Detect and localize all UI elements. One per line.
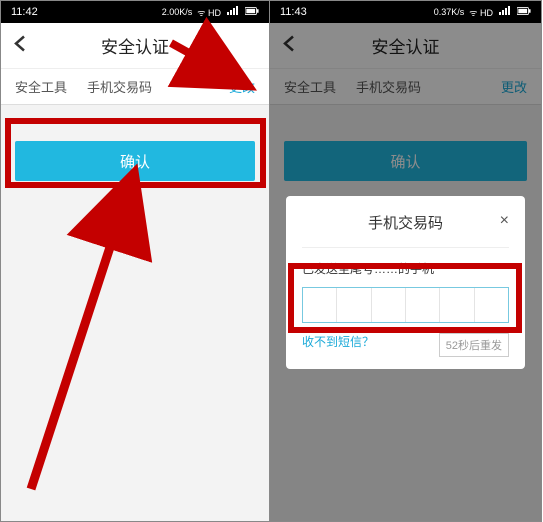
status-time: 11:42	[11, 6, 38, 18]
sms-code-modal: 手机交易码 × 已发送至尾号……的手机 收不到短信？ 52秒后重发	[286, 196, 525, 369]
section-label: 安全工具	[15, 77, 87, 96]
security-tool-row: 安全工具 手机交易码 更改	[1, 69, 269, 105]
modal-header: 手机交易码 ×	[302, 212, 509, 248]
page-title: 安全认证	[101, 33, 169, 58]
sms-help-link[interactable]: 收不到短信？	[302, 333, 374, 357]
status-right: 0.37K/s ᯤ HD	[434, 6, 531, 19]
status-bar: 11:43 0.37K/s ᯤ HD	[270, 1, 541, 23]
battery-icon	[245, 6, 259, 18]
section-value: 手机交易码	[87, 77, 229, 96]
code-cell[interactable]	[406, 288, 440, 322]
confirm-zone: 确认	[1, 105, 269, 181]
modal-footer: 收不到短信？ 52秒后重发	[302, 333, 509, 357]
confirm-button[interactable]: 确认	[15, 141, 255, 181]
code-cell[interactable]	[440, 288, 474, 322]
modal-desc: 已发送至尾号……的手机	[302, 260, 509, 277]
back-button[interactable]	[13, 34, 27, 57]
status-bar: 11:42 2.00K/s ᯤ HD	[1, 1, 269, 23]
signal-icon	[226, 6, 240, 18]
resend-button: 52秒后重发	[439, 333, 509, 357]
code-cell[interactable]	[372, 288, 406, 322]
wifi-icon: ᯤ HD	[469, 6, 493, 19]
status-right: 2.00K/s ᯤ HD	[162, 6, 259, 19]
status-net: 0.37K/s	[434, 7, 465, 17]
status-net: 2.00K/s	[162, 7, 193, 17]
sms-code-input[interactable]	[302, 287, 509, 323]
status-time: 11:43	[280, 6, 307, 18]
signal-icon	[498, 6, 512, 18]
modal-title: 手机交易码	[368, 212, 443, 233]
battery-icon	[517, 6, 531, 18]
header: 安全认证	[1, 23, 269, 69]
change-link[interactable]: 更改	[229, 77, 255, 96]
wifi-icon: ᯤ HD	[197, 6, 221, 19]
phone-right: 11:43 0.37K/s ᯤ HD 安全认证 安全工具 手机交易码 更改 确认	[270, 0, 542, 522]
phone-left: 11:42 2.00K/s ᯤ HD 安全认证 安全工具 手机交易码 更改 确认	[0, 0, 270, 522]
code-cell[interactable]	[337, 288, 371, 322]
confirm-label: 确认	[120, 151, 150, 172]
chevron-left-icon	[13, 34, 27, 52]
code-cell[interactable]	[303, 288, 337, 322]
close-icon: ×	[500, 212, 509, 229]
code-cell[interactable]	[475, 288, 508, 322]
modal-close-button[interactable]: ×	[500, 212, 509, 230]
